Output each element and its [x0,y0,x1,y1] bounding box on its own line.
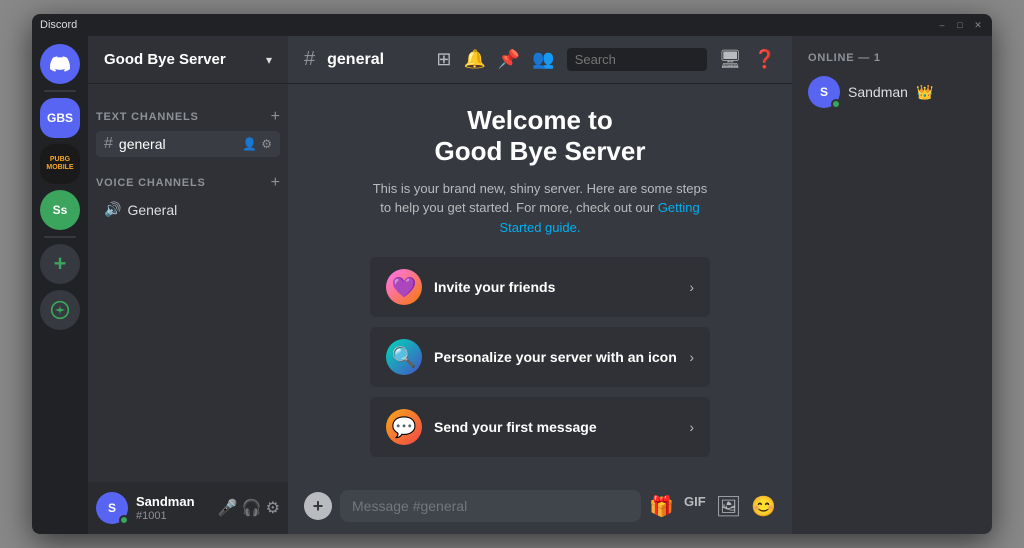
headset-icon[interactable]: 🎧 [242,498,262,518]
user-controls: 🎤 🎧 ⚙ [218,498,280,518]
channel-item-general[interactable]: # general 👤 ⚙ [96,131,280,157]
welcome-content: Welcome toGood Bye Server This is your b… [370,105,710,458]
channel-list: TEXT CHANNELS + # general 👤 ⚙ VOICE CHAN… [88,84,288,482]
personalize-label: Personalize your server with an icon [434,349,677,365]
server-name: Good Bye Server [104,51,226,68]
channel-item-voice-general[interactable]: 🔊 General [96,197,280,222]
welcome-title: Welcome toGood Bye Server [370,105,710,167]
server-icon-add[interactable]: + [40,244,80,284]
member-avatar-sandman: S [808,76,840,108]
message-attach-button[interactable]: + [304,492,332,520]
chevron-right-icon-2: › [689,349,694,365]
channel-item-icons: 👤 ⚙ [242,137,272,151]
server-icon-discover[interactable] [40,290,80,330]
minimize-button[interactable]: – [936,19,948,31]
speaker-icon: 🔊 [104,201,121,218]
user-discriminator: #1001 [136,510,210,522]
search-input[interactable] [567,48,707,71]
user-avatar: S [96,492,128,524]
message-bar: + 🎁 GIF 🖼 😊 [288,478,792,534]
message-icon: 💬 [386,409,422,445]
member-badge-sandman: 👑 [916,84,933,101]
members-icon[interactable]: 👥 [532,49,554,70]
channel-header: # general ⊞ 🔔 📌 👥 🖥 ❓ [288,36,792,84]
user-icon: 👤 [242,137,257,151]
user-status-indicator [119,515,129,525]
action-card-personalize[interactable]: 🔍 Personalize your server with an icon › [370,327,710,387]
add-channel-text-icon[interactable]: + [271,108,280,126]
chat-area: Welcome toGood Bye Server This is your b… [288,84,792,478]
member-item-sandman[interactable]: S Sandman 👑 [800,72,984,112]
server-list: GBS PUBGMOBILE Ss + [32,36,88,534]
action-card-invite[interactable]: 💜 Invite your friends › [370,257,710,317]
server-divider-2 [44,236,76,238]
server-icon-home[interactable] [40,44,80,84]
action-cards: 💜 Invite your friends › 🔍 Personalize yo… [370,257,710,457]
action-card-message[interactable]: 💬 Send your first message › [370,397,710,457]
server-icon-pubg[interactable]: PUBGMOBILE [40,144,80,184]
emoji-icon[interactable]: 😊 [751,494,776,519]
add-channel-voice-icon[interactable]: + [271,174,280,192]
gif-icon[interactable]: GIF [684,494,706,519]
channel-name-general: general [119,136,236,152]
message-bar-icons: 🎁 GIF 🖼 😊 [649,494,776,519]
server-divider [44,90,76,92]
settings-icon[interactable]: ⚙ [261,137,272,151]
chevron-down-icon: ▾ [266,53,272,67]
category-voice-label: VOICE CHANNELS [96,177,206,189]
help-icon[interactable]: ❓ [754,49,776,70]
image-upload-icon[interactable]: 🖼 [716,494,741,519]
inbox-icon[interactable]: 🖥 [719,49,742,70]
title-bar-controls: – □ ✕ [936,19,984,31]
channel-header-hash-icon: # [304,48,315,71]
category-text[interactable]: TEXT CHANNELS + [88,92,288,130]
user-info: Sandman #1001 [136,494,210,522]
user-panel: S Sandman #1001 🎤 🎧 ⚙ [88,482,288,534]
message-input[interactable] [352,498,629,514]
personalize-icon: 🔍 [386,339,422,375]
server-header[interactable]: Good Bye Server ▾ [88,36,288,84]
close-button[interactable]: ✕ [972,19,984,31]
channel-sidebar: Good Bye Server ▾ TEXT CHANNELS + # gene… [88,36,288,534]
user-name: Sandman [136,494,210,510]
main-content: # general ⊞ 🔔 📌 👥 🖥 ❓ Welcome toGood [288,36,792,534]
pin-icon[interactable]: 📌 [498,49,520,70]
hashtag-threads-icon[interactable]: ⊞ [436,49,451,70]
server-icon-gbs[interactable]: GBS [40,98,80,138]
microphone-icon[interactable]: 🎤 [218,498,238,518]
category-voice[interactable]: VOICE CHANNELS + [88,158,288,196]
title-bar: Discord – □ ✕ [32,14,992,36]
maximize-button[interactable]: □ [954,19,966,31]
send-message-label: Send your first message [434,419,677,435]
invite-label: Invite your friends [434,279,677,295]
member-status-indicator [831,99,841,109]
gift-icon[interactable]: 🎁 [649,494,674,519]
welcome-subtitle: This is your brand new, shiny server. He… [370,179,710,238]
main-layout: GBS PUBGMOBILE Ss + Good Bye Server ▾ TE… [32,36,992,534]
message-input-wrap [340,490,641,522]
avatar-initials: S [108,501,116,515]
header-icons: ⊞ 🔔 📌 👥 🖥 ❓ [436,48,776,71]
channel-header-name: general [327,51,384,69]
settings-icon[interactable]: ⚙ [266,498,280,518]
app-window: Discord – □ ✕ GBS PUBGMOBILE Ss + Good B [32,14,992,534]
members-online-title: ONLINE — 1 [800,52,984,64]
invite-icon: 💜 [386,269,422,305]
bell-icon[interactable]: 🔔 [463,49,485,70]
channel-name-voice-general: General [127,202,272,218]
category-text-label: TEXT CHANNELS [96,111,199,123]
member-name-sandman: Sandman [848,84,908,100]
chevron-right-icon-3: › [689,419,694,435]
server-icon-ss[interactable]: Ss [40,190,80,230]
title-bar-title: Discord [40,19,77,31]
chevron-right-icon: › [689,279,694,295]
hash-icon: # [104,135,113,153]
members-panel: ONLINE — 1 S Sandman 👑 [792,36,992,534]
